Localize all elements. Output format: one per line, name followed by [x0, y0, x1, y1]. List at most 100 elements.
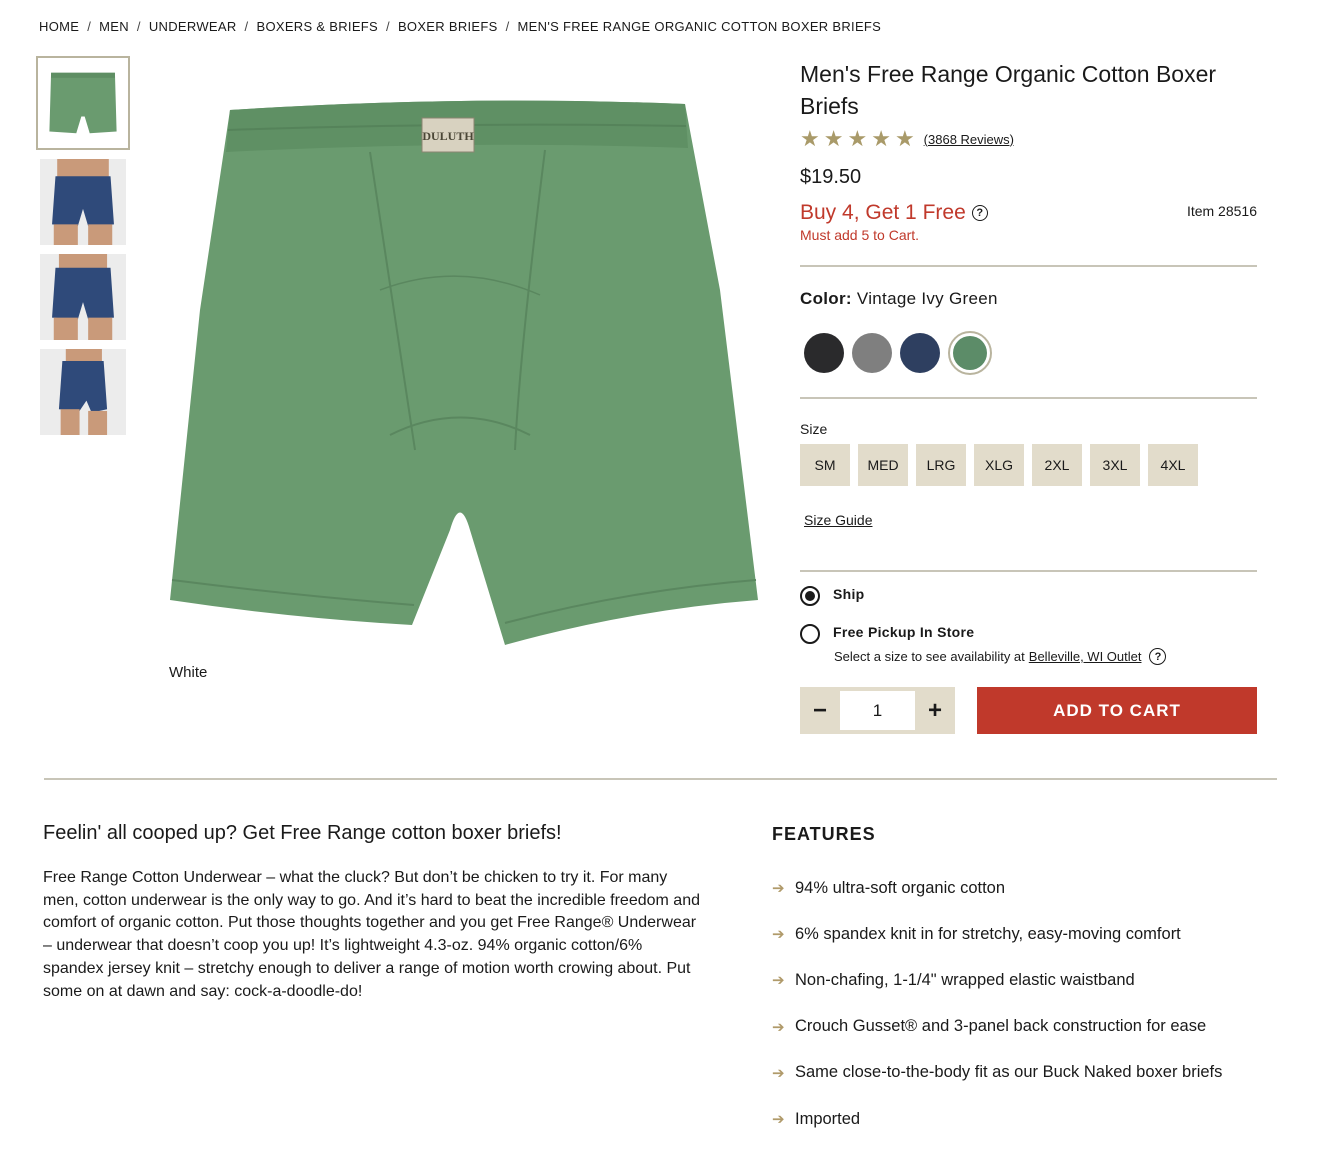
features-section: FEATURES ➔ 94% ultra-soft organic cotton …	[772, 824, 1272, 1142]
item-number: Item 28516	[1186, 203, 1257, 219]
size-lrg-button[interactable]: LRG	[916, 444, 966, 486]
star-icon: ★	[847, 126, 868, 151]
star-rating: ★ ★ ★ ★ ★	[800, 128, 915, 150]
thumbnail-model-front[interactable]	[40, 159, 126, 245]
color-label-key: Color:	[800, 289, 852, 308]
size-sm-button[interactable]: SM	[800, 444, 850, 486]
image-caption: White	[169, 664, 208, 681]
section-divider	[44, 778, 1277, 780]
pickup-label: Free Pickup In Store	[833, 624, 975, 640]
boxer-brief-model-front-image	[40, 159, 126, 245]
boxer-brief-green-image: DULUTH	[170, 100, 758, 645]
size-label: Size	[800, 421, 828, 437]
feature-list: ➔ 94% ultra-soft organic cotton ➔ 6% spand…	[772, 865, 1272, 1142]
reviews-link[interactable]: (3868 Reviews)	[924, 132, 1014, 147]
store-link[interactable]: Belleville, WI Outlet	[1029, 649, 1142, 664]
arrow-right-icon: ➔	[772, 1018, 785, 1036]
quantity-input[interactable]: 1	[840, 691, 915, 730]
star-icon: ★	[800, 126, 820, 151]
color-value: Vintage Ivy Green	[856, 289, 998, 308]
divider	[800, 570, 1257, 572]
size-options: SM MED LRG XLG 2XL 3XL 4XL	[800, 444, 1257, 486]
help-icon[interactable]: ?	[971, 205, 988, 221]
quantity-stepper: − 1 +	[800, 687, 955, 734]
breadcrumb-boxer-briefs[interactable]: BOXER BRIEFS	[398, 19, 498, 34]
feature-text: 94% ultra-soft organic cotton	[795, 878, 1006, 897]
color-label: Color: Vintage Ivy Green	[800, 289, 1257, 309]
description-body: Free Range Cotton Underwear – what the c…	[43, 869, 700, 1000]
breadcrumb: HOME / MEN / UNDERWEAR / BOXERS & BRIEFS…	[39, 19, 881, 34]
features-heading: FEATURES	[772, 824, 876, 844]
divider	[800, 265, 1257, 267]
add-to-cart-button[interactable]: ADD TO CART	[977, 687, 1257, 734]
thumbnail-gallery	[36, 56, 130, 444]
feature-text: Imported	[795, 1109, 861, 1128]
promo-note: Must add 5 to Cart.	[800, 227, 920, 243]
feature-item: ➔ 94% ultra-soft organic cotton	[772, 865, 1272, 911]
decrease-quantity-button[interactable]: −	[800, 691, 840, 730]
divider	[800, 397, 1257, 399]
feature-text: Crouch Gusset® and 3-panel back construc…	[795, 1017, 1207, 1036]
breadcrumb-home[interactable]: HOME	[39, 19, 79, 34]
pickup-radio[interactable]	[800, 624, 820, 644]
size-med-button[interactable]: MED	[858, 444, 908, 486]
breadcrumb-boxers-briefs[interactable]: BOXERS & BRIEFS	[256, 19, 378, 34]
thumbnail-product-flat[interactable]	[36, 56, 130, 150]
size-3xl-button[interactable]: 3XL	[1090, 444, 1140, 486]
pickup-option[interactable]: Free Pickup In Store	[800, 624, 1257, 644]
swatch-black[interactable]	[804, 333, 844, 373]
product-title: Men's Free Range Organic Cotton Boxer Br…	[800, 61, 1217, 119]
color-swatches	[804, 329, 1257, 377]
arrow-right-icon: ➔	[772, 972, 785, 990]
ship-label: Ship	[833, 586, 865, 602]
price: $19.50	[800, 166, 862, 188]
boxer-brief-green-image	[41, 61, 125, 145]
thumbnail-model-side[interactable]	[40, 349, 126, 435]
feature-item: ➔ Imported	[772, 1096, 1272, 1142]
arrow-right-icon: ➔	[772, 926, 785, 944]
ship-radio[interactable]	[800, 586, 820, 606]
breadcrumb-underwear[interactable]: UNDERWEAR	[149, 19, 237, 34]
star-icon: ★	[871, 126, 891, 151]
increase-quantity-button[interactable]: +	[915, 691, 955, 730]
feature-item: ➔ Same close-to-the-body fit as our Buck …	[772, 1050, 1272, 1096]
promo-text: Buy 4, Get 1 Free	[800, 201, 966, 224]
swatch-vintage-ivy-green[interactable]	[948, 331, 992, 375]
main-product-image[interactable]: DULUTH	[160, 90, 770, 660]
swatch-gray[interactable]	[852, 333, 892, 373]
breadcrumb-separator: /	[505, 19, 510, 34]
feature-item: ➔ Non-chafing, 1-1/4" wrapped elastic wai…	[772, 957, 1272, 1003]
pickup-note: Select a size to see availability at Bel…	[834, 648, 1257, 665]
size-xlg-button[interactable]: XLG	[974, 444, 1024, 486]
feature-text: Same close-to-the-body fit as our Buck N…	[795, 1063, 1223, 1082]
thumbnail-model-front-2[interactable]	[40, 254, 126, 340]
radio-selected-dot	[805, 591, 815, 601]
breadcrumb-current: MEN'S FREE RANGE ORGANIC COTTON BOXER BR…	[517, 19, 882, 34]
feature-text: 6% spandex knit in for stretchy, easy-mo…	[795, 924, 1181, 943]
brand-label-text: DULUTH	[422, 129, 474, 143]
boxer-brief-model-side-image	[40, 349, 126, 435]
pickup-note-text: Select a size to see availability at	[834, 649, 1025, 664]
product-info: Men's Free Range Organic Cotton Boxer Br…	[800, 58, 1257, 734]
size-guide-link[interactable]: Size Guide	[804, 512, 872, 528]
rating: ★ ★ ★ ★ ★ (3868 Reviews)	[800, 128, 1257, 150]
fulfillment-options: Ship Free Pickup In Store Select a size …	[800, 586, 1257, 665]
breadcrumb-separator: /	[386, 19, 390, 34]
breadcrumb-separator: /	[136, 19, 141, 34]
swatch-navy[interactable]	[900, 333, 940, 373]
promo-row: Buy 4, Get 1 Free ? Must add 5 to Cart. …	[800, 201, 1257, 243]
size-2xl-button[interactable]: 2XL	[1032, 444, 1082, 486]
star-icon: ★	[823, 126, 844, 151]
size-4xl-button[interactable]: 4XL	[1148, 444, 1198, 486]
ship-option[interactable]: Ship	[800, 586, 1257, 606]
help-icon[interactable]: ?	[1149, 648, 1167, 665]
product-description: Feelin' all cooped up? Get Free Range co…	[43, 822, 703, 1003]
star-icon: ★	[894, 126, 915, 151]
feature-item: ➔ 6% spandex knit in for stretchy, easy-m…	[772, 911, 1272, 957]
feature-item: ➔ Crouch Gusset® and 3-panel back constru…	[772, 1004, 1272, 1050]
breadcrumb-separator: /	[87, 19, 92, 34]
breadcrumb-men[interactable]: MEN	[99, 19, 129, 34]
arrow-right-icon: ➔	[772, 1111, 785, 1129]
arrow-right-icon: ➔	[772, 880, 785, 898]
promo-offer: Buy 4, Get 1 Free ?	[800, 201, 988, 225]
